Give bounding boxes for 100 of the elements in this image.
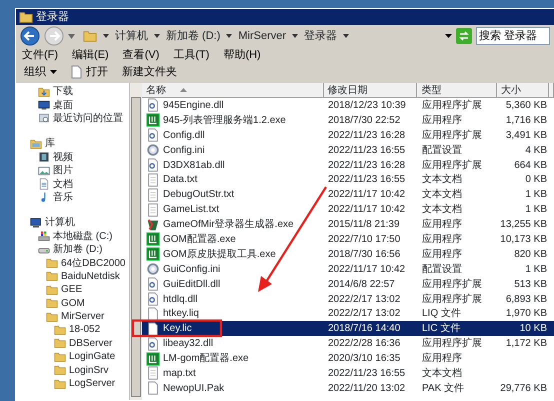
app-icon bbox=[146, 352, 160, 366]
file-row[interactable]: Key.lic 2018/7/16 14:40 LIC 文件 10 KB bbox=[142, 321, 554, 336]
type-cell-text: 应用程序扩展 bbox=[421, 336, 483, 352]
menu-item[interactable]: 帮助(H) bbox=[223, 46, 261, 64]
toolbar-button[interactable]: 组织 bbox=[24, 64, 57, 80]
size-cell: 4 KB bbox=[525, 144, 547, 156]
type-cell-text: 应用程序 bbox=[421, 248, 463, 262]
file-row[interactable]: htkey.liq 2022/2/17 13:02 LIQ 文件 1,970 KB bbox=[142, 306, 554, 322]
nav-item[interactable]: 最近访问的位置 bbox=[16, 112, 129, 126]
column-header[interactable]: 类型 bbox=[417, 83, 498, 98]
nav-item[interactable]: 图片 bbox=[16, 164, 129, 178]
nav-item[interactable]: 库 bbox=[16, 137, 129, 151]
folder-icon bbox=[46, 270, 58, 282]
toolbar-button[interactable]: 新建文件夹 bbox=[122, 64, 177, 80]
search-field[interactable]: 搜索 登录器 bbox=[476, 27, 550, 45]
breadcrumb-item[interactable]: MirServer bbox=[238, 28, 286, 44]
type-cell-text: 应用程序扩展 bbox=[421, 98, 483, 113]
type-cell-text: 配置设置 bbox=[421, 144, 463, 158]
file-row[interactable]: NewopUI.Pak 2022/11/20 13:02 PAK 文件 29,776 KB bbox=[142, 380, 554, 396]
toolbar-button[interactable]: 打开 bbox=[71, 64, 108, 80]
scrollbar[interactable] bbox=[129, 83, 142, 400]
back-button[interactable] bbox=[20, 26, 40, 46]
nav-item[interactable]: LogServer bbox=[16, 376, 129, 390]
file-row[interactable]: GOM配置器.exe 2022/7/10 17:50 应用程序 10,173 KB bbox=[142, 232, 554, 247]
file-row[interactable]: Config.dll 2022/11/23 16:28 应用程序扩展 3,491 KB bbox=[142, 128, 554, 143]
file-row[interactable]: DebugOutStr.txt 2022/11/17 10:42 文本文档 1 KB bbox=[142, 187, 554, 202]
type-cell-text: 应用程序 bbox=[421, 218, 463, 232]
column-header[interactable]: 名称 bbox=[142, 83, 324, 98]
size-cell: 1,172 KB bbox=[506, 338, 547, 350]
file-row[interactable]: 945-列表管理服务端1.2.exe 2018/7/30 22:52 应用程序 1,716 KB bbox=[142, 112, 554, 128]
caret-icon bbox=[154, 34, 160, 38]
nav-item[interactable]: 视频 bbox=[16, 150, 129, 164]
date-cell-text: 2022/11/23 16:28 bbox=[327, 158, 406, 173]
menu-item[interactable]: 文件(F) bbox=[22, 46, 58, 64]
size-cell: 1 KB bbox=[525, 204, 547, 216]
file-row[interactable]: GuiEditDll.dll 2014/6/8 22:57 应用程序扩展 513 KB bbox=[142, 276, 554, 292]
nav-item[interactable]: LoginGate bbox=[16, 350, 129, 364]
window-title: 登录器 bbox=[36, 10, 69, 25]
nav-item[interactable]: 文档 bbox=[16, 177, 129, 191]
date-cell-text: 2018/7/30 16:56 bbox=[327, 248, 402, 262]
caret-icon bbox=[50, 70, 57, 74]
file-row[interactable]: Data.txt 2022/11/23 16:55 文本文档 0 KB bbox=[142, 172, 554, 188]
computer-icon bbox=[30, 216, 42, 229]
file-name: Config.dll bbox=[163, 128, 205, 143]
size-cell: 820 KB bbox=[514, 248, 547, 260]
recent-places-icon bbox=[38, 112, 50, 124]
nav-item[interactable]: 本地磁盘 (C:) bbox=[16, 230, 129, 243]
nav-item[interactable]: DBServer bbox=[16, 336, 129, 350]
size-cell: 1 KB bbox=[525, 264, 547, 275]
text-file-icon bbox=[146, 188, 160, 202]
nav-item[interactable]: 桌面 bbox=[16, 98, 129, 112]
menu-item[interactable]: 工具(T) bbox=[173, 46, 210, 64]
folder-icon bbox=[46, 297, 58, 310]
column-header[interactable]: 修改日期 bbox=[324, 83, 418, 98]
menu-item[interactable]: 编辑(E) bbox=[72, 46, 109, 64]
file-row[interactable]: GameOfMir登录器生成器.exe 2015/11/8 21:39 应用程序 13,255 KB bbox=[142, 217, 554, 232]
menu-item[interactable]: 查看(V) bbox=[122, 46, 160, 64]
dll-file-icon bbox=[146, 277, 160, 292]
breadcrumb-item[interactable]: 计算机 bbox=[115, 28, 148, 44]
nav-item[interactable]: 计算机 bbox=[16, 216, 129, 230]
date-cell-text: 2022/11/17 10:42 bbox=[327, 262, 406, 277]
dll-file-icon bbox=[146, 98, 160, 112]
size-cell: 664 KB bbox=[514, 160, 547, 171]
file-row[interactable]: GOM原皮肤提取工具.exe 2018/7/30 16:56 应用程序 820 KB bbox=[142, 246, 554, 262]
nav-item[interactable]: GEE bbox=[16, 283, 129, 296]
breadcrumb-item[interactable]: 新加卷 (D:) bbox=[166, 28, 220, 44]
refresh-button[interactable] bbox=[456, 28, 472, 44]
size-cell: 29,776 KB bbox=[500, 382, 547, 394]
file-row[interactable]: 945Engine.dll 2018/12/23 10:39 应用程序扩展 5,360 KB bbox=[142, 98, 554, 113]
date-cell-text: 2015/11/8 21:39 bbox=[327, 218, 401, 232]
history-caret-icon[interactable] bbox=[68, 34, 75, 38]
file-row[interactable]: map.txt 2022/11/23 16:55 文本文档 bbox=[142, 366, 554, 381]
app-icon bbox=[146, 232, 160, 246]
file-row[interactable]: GuiConfig.ini 2022/11/17 10:42 配置设置 1 KB bbox=[142, 262, 554, 277]
nav-item[interactable]: MirServer bbox=[16, 310, 129, 324]
nav-item[interactable]: 64位DBC2000 bbox=[16, 256, 129, 270]
breadcrumb-item[interactable]: 登录器 bbox=[304, 28, 338, 44]
folder-icon bbox=[83, 29, 97, 43]
file-row[interactable]: LM-gom配置器.exe 2020/3/10 16:35 应用程序 bbox=[142, 351, 554, 366]
nav-item[interactable]: LoginSrv bbox=[16, 363, 129, 377]
nav-item[interactable]: GOM bbox=[16, 296, 129, 310]
picture-icon bbox=[38, 164, 50, 177]
file-name: GameList.txt bbox=[163, 203, 220, 218]
nav-item[interactable]: 音乐 bbox=[16, 190, 129, 204]
file-row[interactable]: GameList.txt 2022/11/17 10:42 文本文档 1 KB bbox=[142, 202, 554, 218]
nav-item[interactable]: BaiduNetdisk bbox=[16, 270, 129, 284]
text-file-icon bbox=[146, 202, 160, 217]
nav-item[interactable]: 下载 bbox=[16, 85, 129, 98]
file-row[interactable]: D3DX81ab.dll 2022/11/23 16:28 应用程序扩展 664 KB bbox=[142, 158, 554, 172]
file-row[interactable]: libeay32.dll 2022/2/28 16:36 应用程序扩展 1,172 KB bbox=[142, 336, 554, 352]
size-cell: 0 KB bbox=[525, 174, 547, 186]
folder-icon bbox=[54, 350, 66, 363]
file-row[interactable]: Config.ini 2022/11/23 16:55 配置设置 4 KB bbox=[142, 142, 554, 158]
nav-item[interactable]: 新加卷 (D:) bbox=[16, 242, 129, 256]
nav-item[interactable]: 18-052 bbox=[16, 323, 129, 337]
type-cell-text: 应用程序扩展 bbox=[421, 278, 483, 292]
date-cell-text: 2022/2/28 16:36 bbox=[327, 337, 402, 352]
file-row[interactable]: htdlq.dll 2022/2/17 13:02 应用程序扩展 6,893 KB bbox=[142, 292, 554, 306]
column-header[interactable]: 大小 bbox=[497, 83, 549, 98]
file-name: GameOfMir登录器生成器.exe bbox=[163, 218, 294, 232]
